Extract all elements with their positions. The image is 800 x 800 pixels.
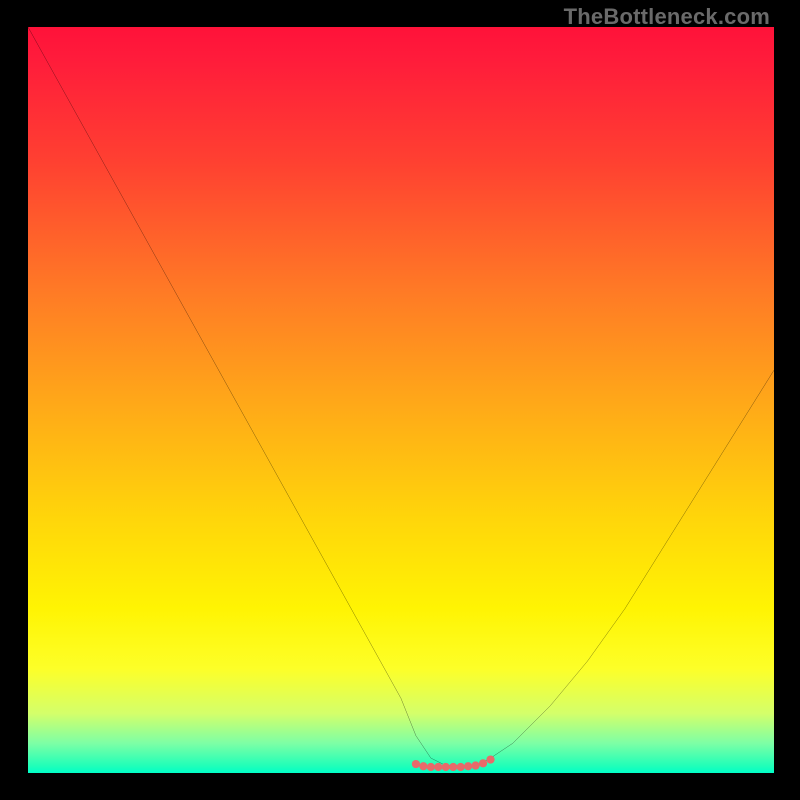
valley-marker-group [412,755,495,771]
valley-marker [412,760,420,768]
valley-marker [479,759,487,767]
valley-marker [486,755,494,763]
curve-path [28,27,774,766]
valley-marker [449,763,457,771]
valley-marker [464,762,472,770]
valley-marker [442,763,450,771]
chart-frame: TheBottleneck.com [0,0,800,800]
valley-marker [471,761,479,769]
plot-area [28,27,774,773]
valley-marker [434,763,442,771]
valley-marker [457,763,465,771]
valley-marker [427,763,435,771]
valley-marker [419,762,427,770]
bottleneck-curve [28,27,774,773]
